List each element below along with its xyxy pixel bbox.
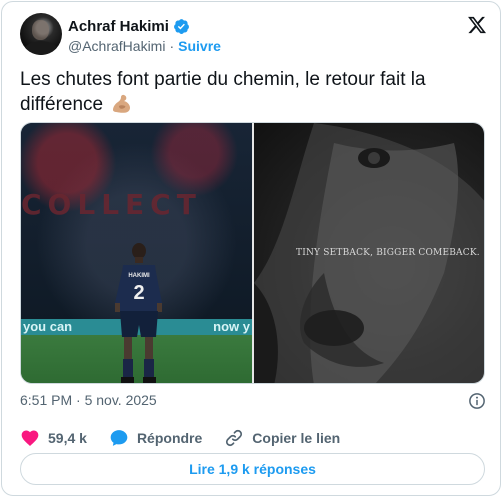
separator-dot: · bbox=[169, 38, 175, 54]
svg-text:HAKIMI: HAKIMI bbox=[128, 273, 150, 279]
verified-badge-icon bbox=[173, 18, 189, 34]
author-handle-row: @AchrafHakimi · Suivre bbox=[68, 38, 221, 54]
author-handle[interactable]: @AchrafHakimi bbox=[68, 38, 165, 54]
copy-link-button[interactable]: Copier le lien bbox=[224, 428, 340, 448]
tweet-header: Achraf Hakimi @AchrafHakimi · Suivre bbox=[20, 13, 488, 57]
stadium-banner: COLLECT bbox=[21, 188, 202, 221]
follow-button[interactable]: Suivre bbox=[178, 38, 221, 54]
author-name[interactable]: Achraf Hakimi bbox=[68, 18, 169, 35]
timestamp-row: 6:51 PM · 5 nov. 2025 bbox=[20, 392, 486, 410]
like-button[interactable]: 59,4 k bbox=[20, 428, 87, 448]
x-logo-icon[interactable] bbox=[466, 15, 488, 35]
tweet-actions: 59,4 k Répondre Copier le lien bbox=[20, 427, 486, 449]
like-count: 59,4 k bbox=[48, 430, 87, 446]
reply-label: Répondre bbox=[136, 430, 203, 446]
motivational-caption: TINY SETBACK, BIGGER COMEBACK. bbox=[296, 248, 480, 258]
player-figure: HAKIMI 2 bbox=[115, 243, 162, 383]
author-name-row: Achraf Hakimi bbox=[68, 16, 190, 36]
heart-icon bbox=[21, 430, 39, 446]
media-gallery[interactable]: COLLECT you can now y HAKIMI 2 TINY SETB… bbox=[20, 122, 485, 384]
info-icon[interactable] bbox=[468, 392, 486, 410]
link-icon bbox=[226, 429, 243, 447]
avatar[interactable] bbox=[20, 13, 62, 55]
player-photo[interactable]: COLLECT you can now y HAKIMI 2 bbox=[21, 123, 252, 383]
lion-photo[interactable]: TINY SETBACK, BIGGER COMEBACK. bbox=[254, 123, 484, 383]
tweet-text: Les chutes font partie du chemin, le ret… bbox=[20, 68, 480, 117]
copy-link-label: Copier le lien bbox=[252, 430, 341, 446]
board-text-right: now y bbox=[213, 319, 250, 334]
svg-text:2: 2 bbox=[133, 282, 144, 304]
chat-bubble-icon bbox=[110, 430, 128, 446]
tweet-card: Achraf Hakimi @AchrafHakimi · Suivre Les… bbox=[1, 1, 501, 496]
flexed-biceps-icon bbox=[113, 94, 131, 113]
read-replies-button[interactable]: Lire 1,9 k réponses bbox=[20, 453, 485, 485]
reply-button[interactable]: Répondre bbox=[109, 428, 202, 448]
tweet-timestamp[interactable]: 6:51 PM · 5 nov. 2025 bbox=[20, 392, 157, 408]
board-text-left: you can bbox=[23, 319, 73, 334]
tweet-text-content: Les chutes font partie du chemin, le ret… bbox=[20, 69, 426, 115]
